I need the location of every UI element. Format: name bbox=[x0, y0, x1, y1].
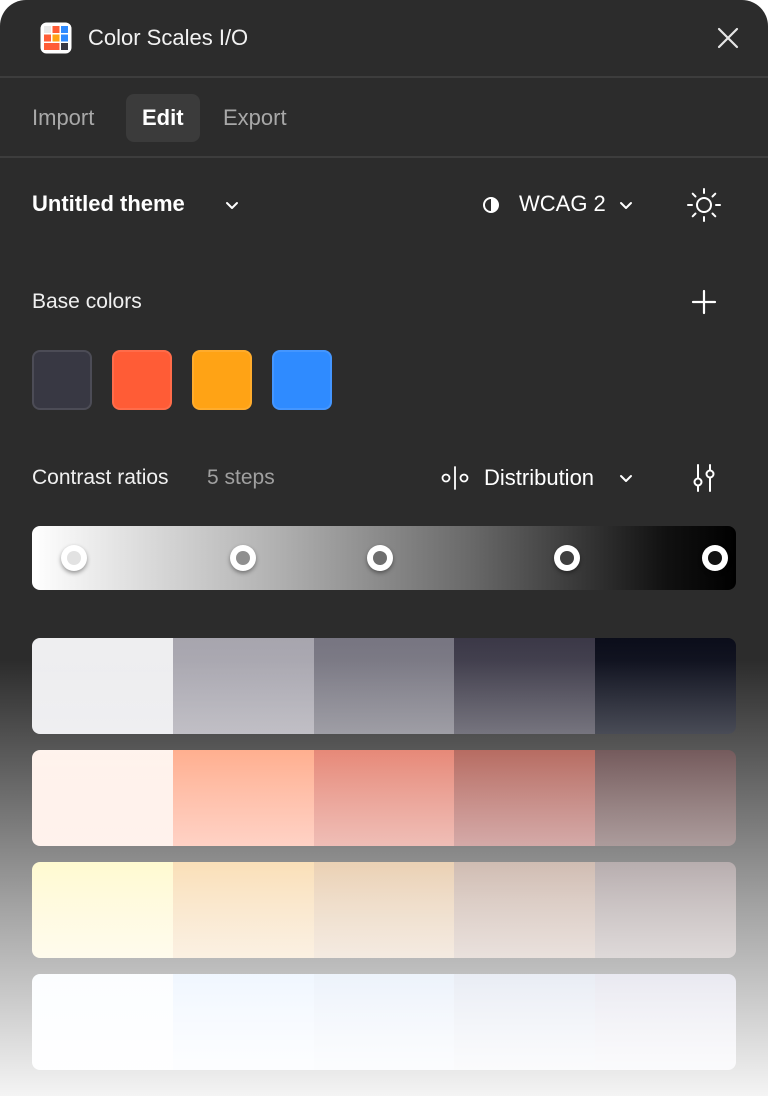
handle-dot bbox=[560, 551, 574, 565]
base-color-swatch[interactable] bbox=[272, 350, 332, 410]
close-icon[interactable] bbox=[712, 22, 744, 54]
sliders-icon[interactable] bbox=[690, 462, 718, 494]
color-scale-cell[interactable] bbox=[32, 750, 173, 846]
theme-name: Untitled theme bbox=[32, 191, 185, 216]
color-scale-cell[interactable] bbox=[595, 862, 736, 958]
color-scale-cell[interactable] bbox=[454, 750, 596, 846]
chevron-down-icon bbox=[620, 202, 632, 209]
contrast-step-handle[interactable] bbox=[554, 545, 580, 571]
contrast-step-handle[interactable] bbox=[702, 545, 728, 571]
contrast-icon bbox=[483, 197, 499, 213]
window-title: Color Scales I/O bbox=[88, 25, 249, 50]
tab-edit[interactable]: Edit bbox=[126, 94, 200, 142]
color-scale-cell[interactable] bbox=[32, 638, 173, 734]
color-scale-cell[interactable] bbox=[595, 750, 736, 846]
distribution-icon bbox=[441, 466, 469, 490]
base-color-swatch[interactable] bbox=[192, 350, 252, 410]
color-scale-cell[interactable] bbox=[172, 974, 314, 1070]
base-color-swatch[interactable] bbox=[32, 350, 92, 410]
title-bar: Color Scales I/O bbox=[0, 0, 768, 78]
color-scale-row-orange bbox=[32, 750, 736, 846]
contrast-step-handle[interactable] bbox=[367, 545, 393, 571]
contrast-standard-label: WCAG 2 bbox=[519, 191, 606, 216]
chevron-down-icon bbox=[620, 475, 632, 482]
chevron-down-icon bbox=[226, 202, 238, 209]
base-colors-heading: Base colors bbox=[32, 290, 142, 313]
contrast-step-handle[interactable] bbox=[61, 545, 87, 571]
color-scale-cell[interactable] bbox=[454, 638, 596, 734]
base-color-swatch[interactable] bbox=[112, 350, 172, 410]
color-scale-cell[interactable] bbox=[172, 862, 314, 958]
color-scale-cell[interactable] bbox=[313, 862, 455, 958]
color-scale-row-neutral bbox=[32, 638, 736, 734]
color-scale-row-yellow bbox=[32, 862, 736, 958]
tab-import[interactable]: Import bbox=[16, 94, 110, 142]
contrast-ratios-heading: Contrast ratios bbox=[32, 466, 169, 489]
color-scale-cell[interactable] bbox=[172, 638, 314, 734]
color-scale-cell[interactable] bbox=[454, 974, 596, 1070]
color-scale-cell[interactable] bbox=[313, 638, 455, 734]
tab-bar: Import Edit Export bbox=[0, 78, 768, 158]
app-logo-icon bbox=[40, 22, 72, 54]
color-scale-cell[interactable] bbox=[454, 862, 596, 958]
color-scale-cell[interactable] bbox=[313, 750, 455, 846]
color-scale-cell[interactable] bbox=[32, 974, 173, 1070]
color-scale-cell[interactable] bbox=[595, 974, 736, 1070]
color-scale-cell[interactable] bbox=[595, 638, 736, 734]
color-scale-cell[interactable] bbox=[172, 750, 314, 846]
distribution-label: Distribution bbox=[484, 465, 595, 490]
handle-dot bbox=[236, 551, 250, 565]
plugin-window: Color Scales I/O Import Edit Export Unti… bbox=[0, 0, 768, 1096]
handle-dot bbox=[67, 551, 81, 565]
color-scale-cell[interactable] bbox=[32, 862, 173, 958]
color-scale-row-blue bbox=[32, 974, 736, 1070]
tab-export[interactable]: Export bbox=[207, 94, 303, 142]
steps-count: 5 steps bbox=[207, 466, 275, 489]
theme-dropdown[interactable]: Untitled theme bbox=[32, 191, 238, 223]
sun-icon[interactable] bbox=[686, 187, 722, 223]
contrast-step-handle[interactable] bbox=[230, 545, 256, 571]
plus-icon[interactable] bbox=[690, 288, 718, 316]
color-scale-cell[interactable] bbox=[313, 974, 455, 1070]
handle-dot bbox=[373, 551, 387, 565]
contrast-gradient-slider[interactable] bbox=[32, 526, 736, 590]
handle-dot bbox=[708, 551, 722, 565]
